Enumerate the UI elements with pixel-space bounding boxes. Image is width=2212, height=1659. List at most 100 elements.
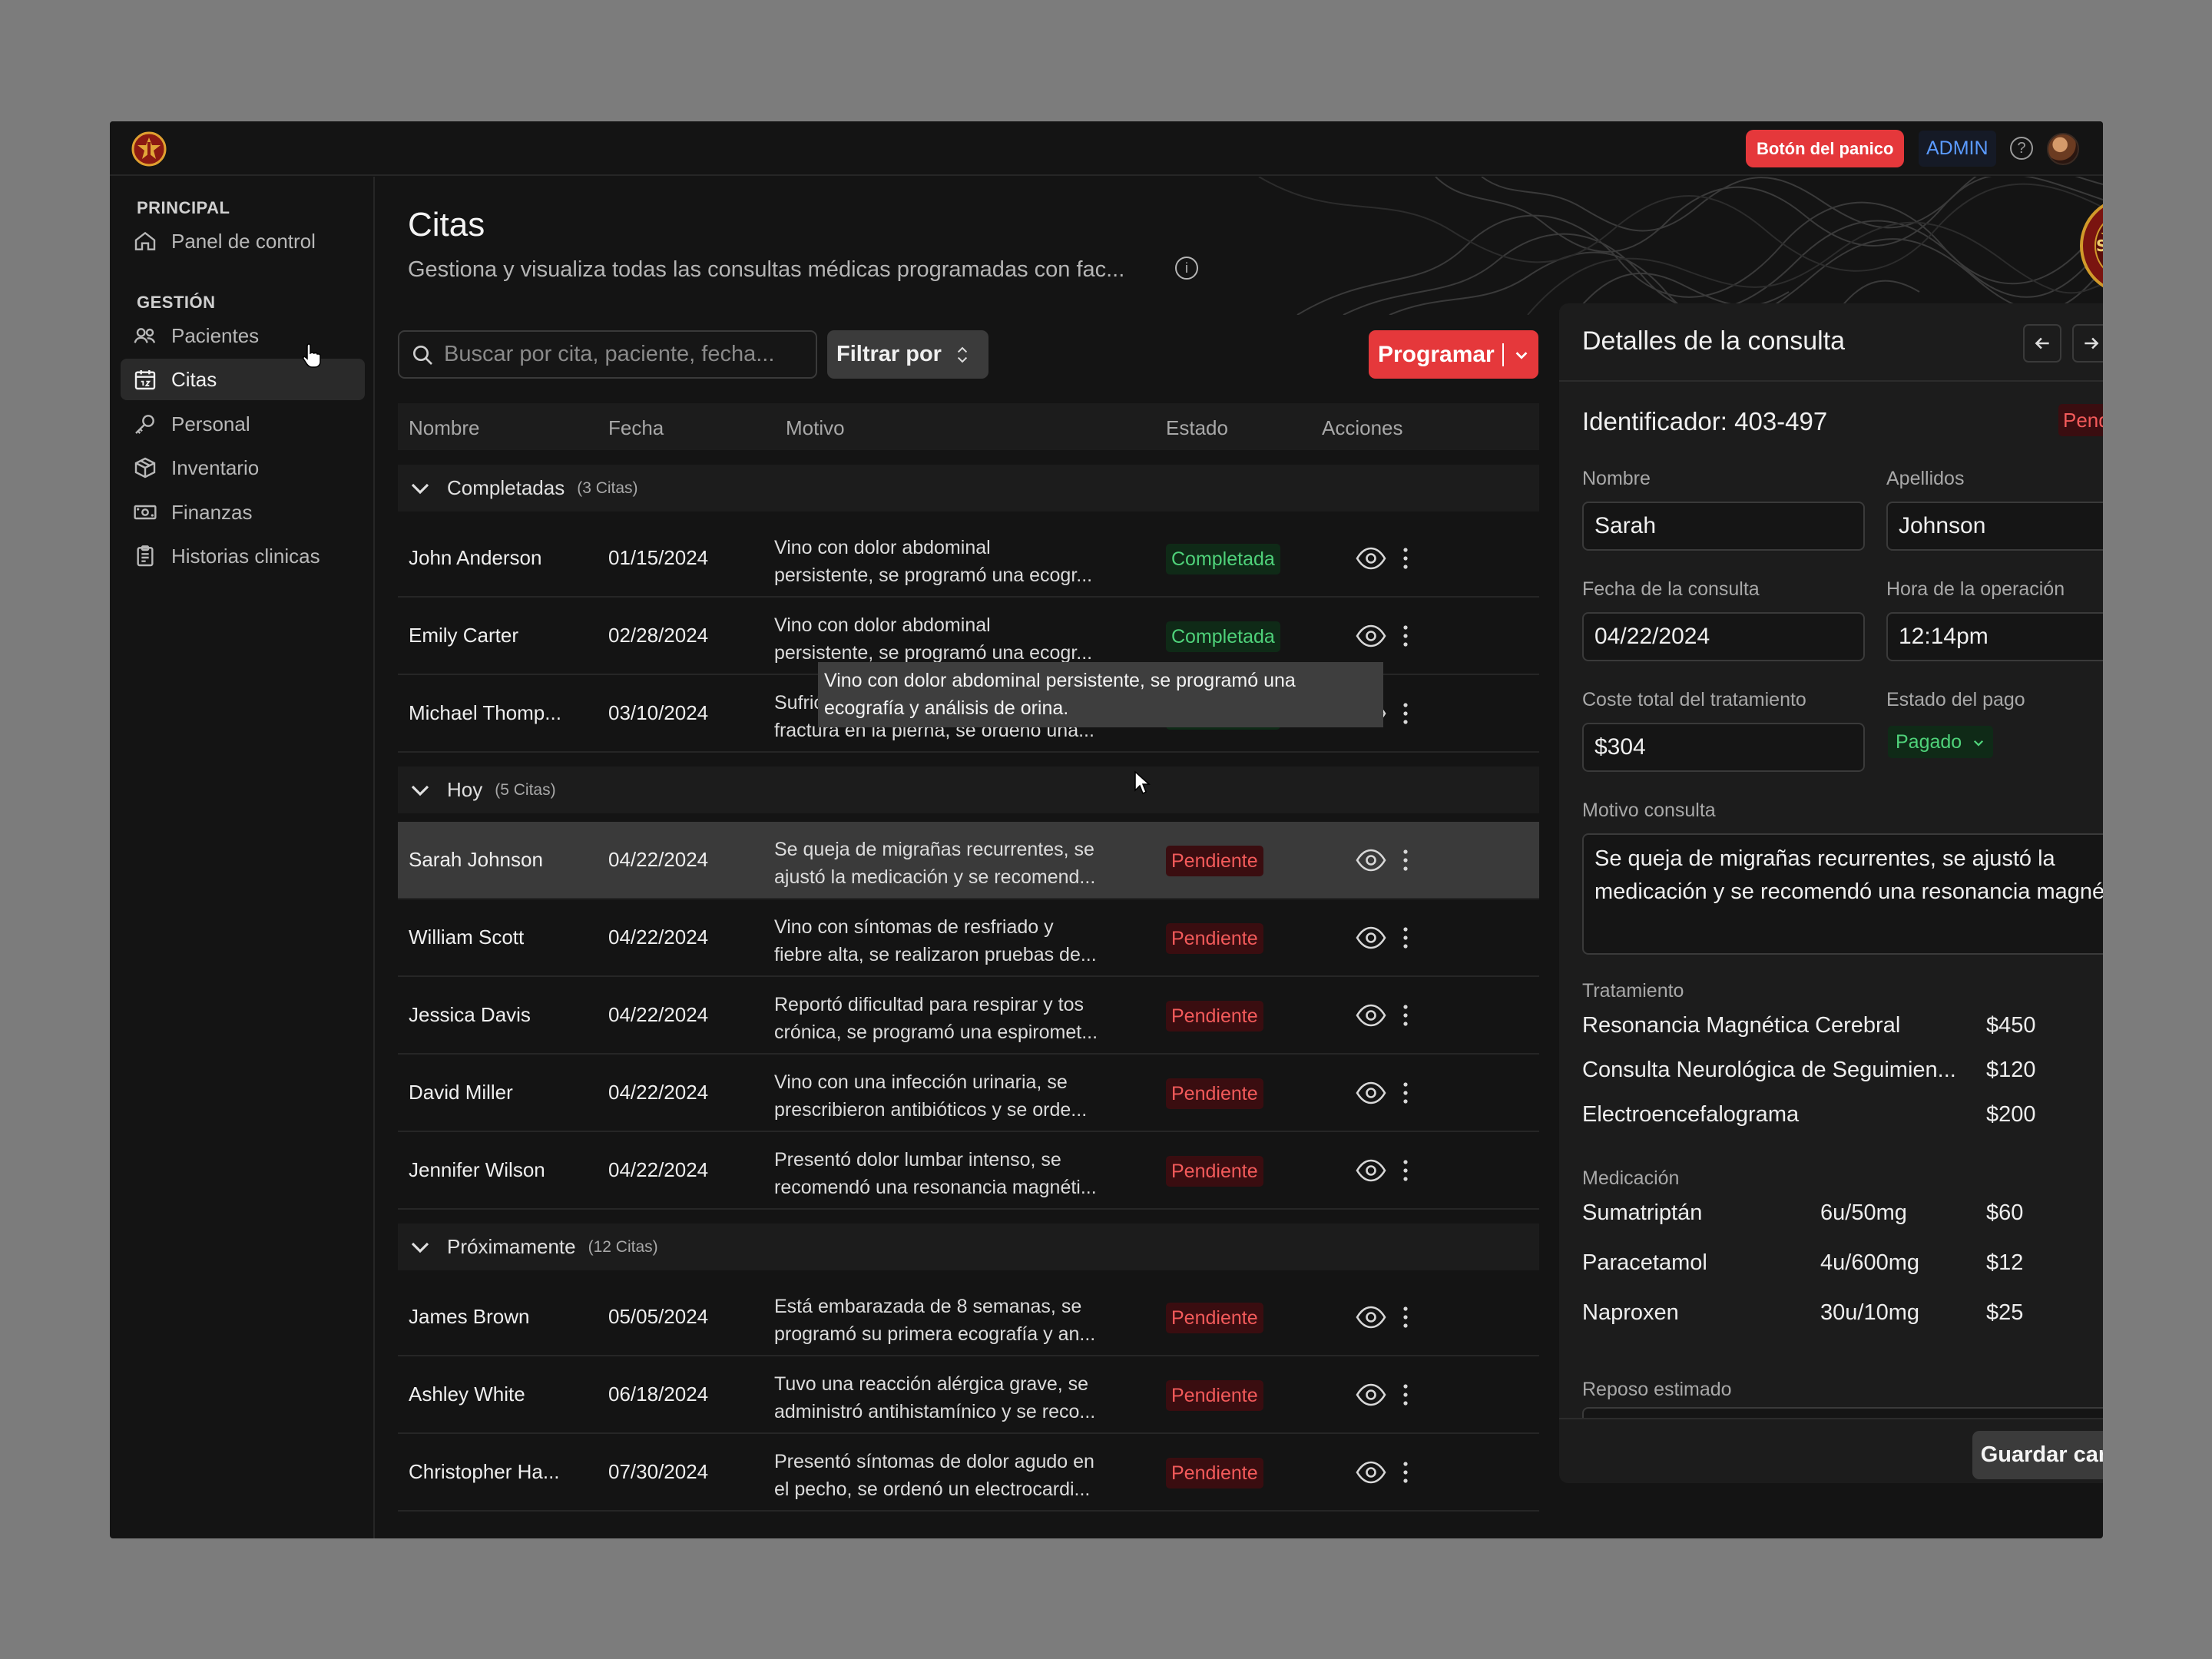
appointment-date: 01/15/2024	[608, 546, 709, 569]
reason-textarea[interactable]: Se queja de migrañas recurrentes, se aju…	[1582, 833, 2103, 955]
chevron-down-icon[interactable]	[1513, 346, 1530, 363]
group-name: Próximamente	[447, 1235, 576, 1258]
group-name: Completadas	[447, 476, 565, 499]
view-eye-icon[interactable]	[1356, 926, 1386, 950]
status-badge: Pendiente	[1166, 1001, 1263, 1031]
sidebar-item-historias[interactable]: Historias clinicas	[121, 535, 365, 577]
more-options-icon[interactable]	[1402, 701, 1409, 726]
column-header-reason[interactable]: Motivo	[786, 416, 845, 440]
sidebar-item-panel[interactable]: Panel de control	[121, 220, 365, 262]
group-header[interactable]: Completadas (3 Citas)	[398, 465, 1539, 512]
column-header-status[interactable]: Estado	[1166, 416, 1228, 440]
group-header[interactable]: Hoy (5 Citas)	[398, 767, 1539, 813]
save-changes-button[interactable]: Guardar cambios	[1972, 1431, 2103, 1479]
appointment-reason: Vino con dolor abdominal persistente, se …	[774, 534, 1135, 589]
group-header[interactable]: Próximamente (12 Citas)	[398, 1224, 1539, 1270]
more-options-icon[interactable]	[1402, 1158, 1409, 1183]
info-icon[interactable]: i	[1175, 257, 1198, 280]
sidebar-item-citas[interactable]: Citas	[121, 359, 365, 400]
view-eye-icon[interactable]	[1356, 1158, 1386, 1183]
view-eye-icon[interactable]	[1356, 1003, 1386, 1028]
main-content: Citas Gestiona y visualiza todas las con…	[376, 177, 2103, 1538]
treatment-price: $120	[1986, 1058, 2036, 1082]
sidebar-item-personal[interactable]: Personal	[121, 403, 365, 445]
status-badge: Pendiente	[1166, 846, 1263, 876]
appointment-date: 04/22/2024	[608, 1081, 709, 1104]
help-circle-icon[interactable]: ?	[2010, 137, 2033, 160]
appointment-reason: Tuvo una reacción alérgica grave, se admi…	[774, 1370, 1135, 1426]
cost-label: Coste total del tratamiento	[1582, 689, 1806, 710]
panic-button[interactable]: Botón del panico	[1746, 130, 1905, 167]
column-header-name[interactable]: Nombre	[409, 416, 479, 440]
view-eye-icon[interactable]	[1356, 1460, 1386, 1485]
date-label: Fecha de la consulta	[1582, 578, 1760, 600]
column-header-date[interactable]: Fecha	[608, 416, 664, 440]
appointment-date: 05/05/2024	[608, 1305, 709, 1328]
clipboard-icon	[137, 545, 154, 567]
reason-line: Reportó dificultad para respirar y tos	[774, 994, 1084, 1015]
previous-button[interactable]	[2023, 324, 2061, 363]
sidebar-item-label: Inventario	[171, 455, 260, 479]
payment-status-dropdown[interactable]: Pagado	[1888, 726, 1994, 758]
consultation-identifier: Identificador: 403-497	[1582, 407, 1828, 435]
patient-name: Sarah Johnson	[409, 848, 543, 871]
view-eye-icon[interactable]	[1356, 1081, 1386, 1105]
more-options-icon[interactable]	[1402, 546, 1409, 571]
view-eye-icon[interactable]	[1356, 1382, 1386, 1407]
cost-field[interactable]: $304	[1582, 723, 1865, 772]
reason-line: programó su primera ecografía y an...	[774, 1323, 1096, 1345]
more-options-icon[interactable]	[1402, 624, 1409, 648]
user-avatar[interactable]	[2047, 133, 2079, 165]
medication-price: $60	[1986, 1200, 2024, 1225]
reason-line: prescribieron antibióticos y se orde...	[774, 1099, 1088, 1121]
reason-line: recomendó una resonancia magnéti...	[774, 1177, 1097, 1198]
arrow-left-icon	[2035, 337, 2049, 349]
patient-name: David Miller	[409, 1081, 513, 1104]
program-button[interactable]: Programar	[1369, 330, 1538, 379]
table-row[interactable]: Sarah Johnson 04/22/2024 Se queja de migra…	[398, 822, 1539, 899]
first-name-label: Nombre	[1582, 468, 1651, 489]
more-options-icon[interactable]	[1402, 1382, 1409, 1407]
view-eye-icon[interactable]	[1356, 1305, 1386, 1330]
first-name-field[interactable]: Sarah	[1582, 502, 1865, 551]
search-input[interactable]	[444, 342, 813, 367]
last-name-field[interactable]: Johnson	[1886, 502, 2103, 551]
sidebar-item-label: Pacientes	[171, 323, 260, 347]
patient-name: Jennifer Wilson	[409, 1158, 545, 1181]
status-badge: Completada	[1166, 621, 1280, 652]
status-badge: Pendiente	[1166, 923, 1263, 954]
treatment-price: $200	[1986, 1102, 2036, 1127]
table-row[interactable]: Ashley White 06/18/2024 Tuvo una reacción …	[398, 1356, 1539, 1434]
view-eye-icon[interactable]	[1356, 546, 1386, 571]
table-row[interactable]: Jessica Davis 04/22/2024 Reportó dificulta…	[398, 977, 1539, 1055]
more-options-icon[interactable]	[1402, 848, 1409, 873]
fire-rescue-logo[interactable]	[131, 131, 167, 167]
date-field[interactable]: 04/22/2024	[1582, 612, 1865, 661]
more-options-icon[interactable]	[1402, 926, 1409, 950]
more-options-icon[interactable]	[1402, 1305, 1409, 1330]
medication-name: Naproxen	[1582, 1300, 1679, 1325]
table-row[interactable]: Christopher Ha... 07/30/2024 Presentó sínt…	[398, 1434, 1539, 1512]
more-options-icon[interactable]	[1402, 1081, 1409, 1105]
medication-name: Sumatriptán	[1582, 1200, 1703, 1225]
table-row[interactable]: Jennifer Wilson 04/22/2024 Presentó dolor …	[398, 1132, 1539, 1210]
table-row[interactable]: John Anderson 01/15/2024 Vino con dolor ab…	[398, 520, 1539, 598]
next-button[interactable]	[2072, 324, 2103, 363]
mouse-pointer-icon	[1134, 770, 1151, 795]
time-field[interactable]: 12:14pm	[1886, 612, 2103, 661]
table-row[interactable]: David Miller 04/22/2024 Vino con una infec…	[398, 1055, 1539, 1132]
sidebar-item-pacientes[interactable]: Pacientes	[121, 315, 365, 356]
view-eye-icon[interactable]	[1356, 624, 1386, 648]
more-options-icon[interactable]	[1402, 1003, 1409, 1028]
reason-line: Tuvo una reacción alérgica grave, se	[774, 1373, 1089, 1395]
table-row[interactable]: James Brown 05/05/2024 Está embarazada de …	[398, 1279, 1539, 1356]
medication-dose: 30u/10mg	[1820, 1300, 1919, 1325]
table-row[interactable]: William Scott 04/22/2024 Vino con síntomas…	[398, 899, 1539, 977]
sidebar-item-inventario[interactable]: Inventario	[121, 447, 365, 488]
view-eye-icon[interactable]	[1356, 848, 1386, 873]
filter-dropdown[interactable]: Filtrar por	[827, 330, 988, 379]
search-input-wrapper[interactable]	[398, 330, 817, 379]
sidebar-item-finanzas[interactable]: Finanzas	[121, 492, 365, 533]
more-options-icon[interactable]	[1402, 1460, 1409, 1485]
patient-name: Michael Thomp...	[409, 701, 561, 724]
